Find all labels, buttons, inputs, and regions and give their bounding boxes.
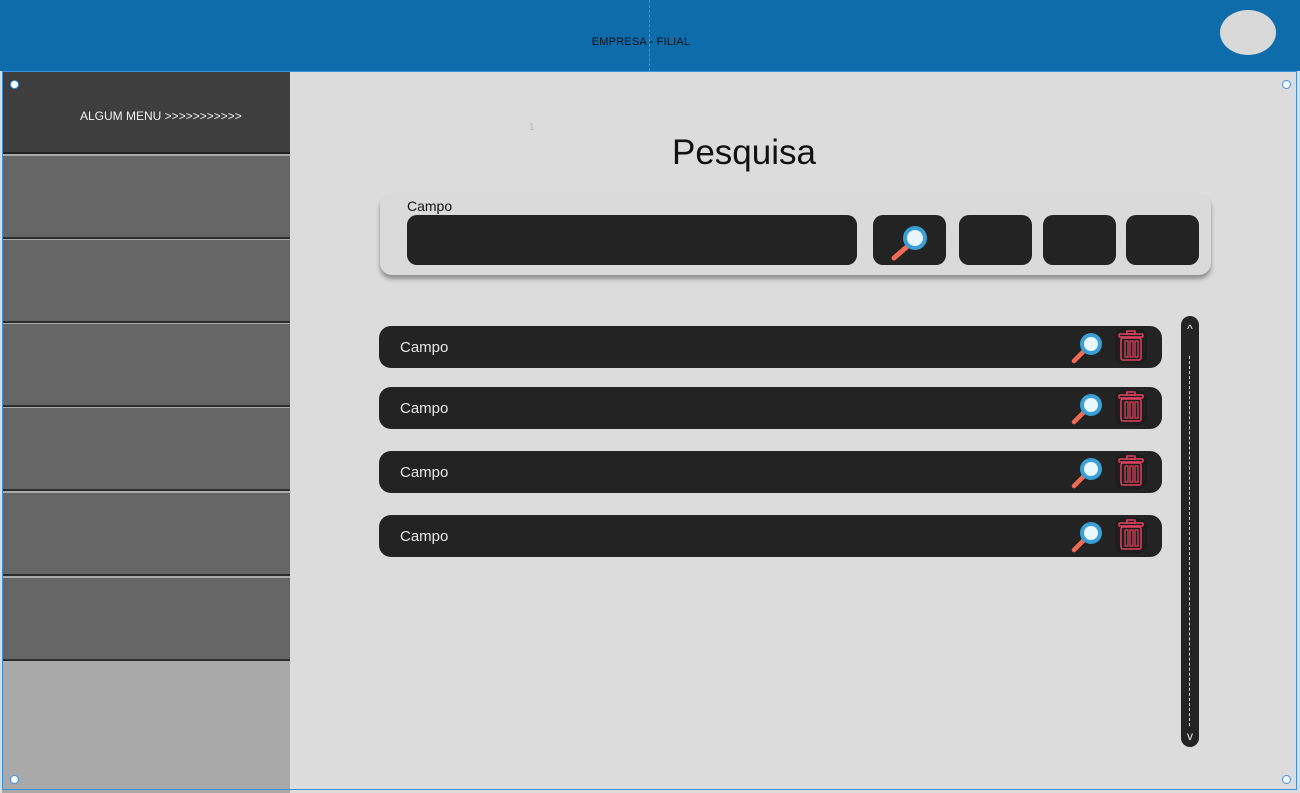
list-scrollbar[interactable]: ^ v — [1181, 316, 1199, 747]
sidebar-menu-header[interactable]: ALGUM MENU >>>>>>>>>>> — [2, 72, 290, 154]
view-item-magnifier-icon[interactable] — [1071, 455, 1105, 489]
company-branch-title: EMPRESA - FILIAL — [591, 36, 691, 48]
scroll-track[interactable] — [1189, 356, 1190, 726]
sidebar-item-1[interactable] — [2, 156, 290, 239]
scroll-down-arrow[interactable]: v — [1181, 729, 1199, 743]
sidebar-menu-title: ALGUM MENU >>>>>>>>>>> — [80, 109, 242, 123]
view-item-magnifier-icon[interactable] — [1071, 330, 1105, 364]
list-item[interactable]: Campo — [379, 387, 1162, 429]
search-button[interactable] — [873, 215, 946, 265]
resize-handle-bottom-right[interactable] — [1282, 775, 1291, 784]
delete-button[interactable] — [1115, 454, 1147, 489]
delete-button[interactable] — [1115, 329, 1147, 364]
sidebar-item-5[interactable] — [2, 493, 290, 576]
page-marker: 1 — [529, 122, 535, 133]
resize-handle-top-right[interactable] — [1282, 80, 1291, 89]
resize-handle-bottom-left[interactable] — [10, 775, 19, 784]
list-item[interactable]: Campo — [379, 326, 1162, 368]
list-item-label: Campo — [400, 339, 449, 356]
list-item-label: Campo — [400, 528, 449, 545]
trash-icon — [1118, 455, 1144, 486]
search-field-label: Campo — [407, 198, 453, 214]
resize-handle-top-left[interactable] — [10, 80, 19, 89]
action-button-1[interactable] — [959, 215, 1032, 265]
trash-icon — [1118, 391, 1144, 422]
delete-button[interactable] — [1115, 390, 1147, 425]
magnifier-icon — [891, 226, 927, 261]
view-item-magnifier-icon[interactable] — [1071, 519, 1105, 553]
scroll-up-arrow[interactable]: ^ — [1181, 322, 1199, 336]
app-header: EMPRESA - FILIAL — [0, 0, 1300, 71]
list-item-label: Campo — [400, 464, 449, 481]
sidebar-item-4[interactable] — [2, 408, 290, 491]
trash-icon — [1118, 519, 1144, 550]
avatar[interactable] — [1220, 10, 1276, 55]
sidebar: ALGUM MENU >>>>>>>>>>> — [2, 72, 290, 793]
trash-icon — [1118, 330, 1144, 361]
action-button-2[interactable] — [1043, 215, 1116, 265]
sidebar-item-2[interactable] — [2, 240, 290, 323]
list-item[interactable]: Campo — [379, 451, 1162, 493]
search-input[interactable] — [407, 215, 857, 265]
delete-button[interactable] — [1115, 518, 1147, 553]
sidebar-item-3[interactable] — [2, 324, 290, 407]
list-item-label: Campo — [400, 400, 449, 417]
list-item[interactable]: Campo — [379, 515, 1162, 557]
sidebar-item-6[interactable] — [2, 578, 290, 661]
view-item-magnifier-icon[interactable] — [1071, 391, 1105, 425]
action-button-3[interactable] — [1126, 215, 1199, 265]
page-title: Pesquisa — [672, 133, 816, 172]
